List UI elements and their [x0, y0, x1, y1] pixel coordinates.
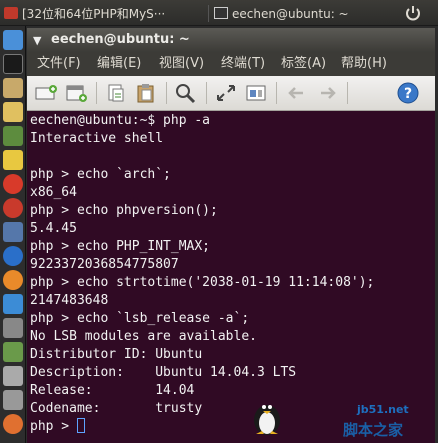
window-titlebar[interactable]: ▼ eechen@ubuntu: ~	[27, 28, 435, 52]
menu-terminal[interactable]: 终端(T)	[221, 52, 265, 76]
menu-edit[interactable]: 编辑(E)	[97, 52, 141, 76]
terminal-line: php > echo PHP_INT_MAX;	[30, 238, 210, 256]
terminal-line: Description: Ubuntu 14.04.3 LTS	[30, 364, 296, 382]
terminal-prompt-line[interactable]: php >	[30, 418, 85, 436]
menu-view[interactable]: 视图(V)	[159, 52, 204, 76]
app-icon[interactable]	[3, 318, 23, 338]
firefox-icon[interactable]	[3, 270, 23, 290]
copy-icon[interactable]	[103, 81, 129, 105]
taskbar-tab-browser[interactable]: [32位和64位PHP和MyS···	[4, 3, 206, 25]
menu-help[interactable]: 帮助(H)	[341, 52, 387, 76]
taskbar-tab-label: eechen@ubuntu: ~	[232, 7, 349, 21]
divider	[96, 82, 97, 104]
terminal-output[interactable]: eechen@ubuntu:~$ php -a Interactive shel…	[27, 112, 435, 443]
restore-icon[interactable]	[243, 81, 269, 105]
divider	[347, 82, 348, 104]
svg-text:?: ?	[404, 86, 412, 102]
forward-arrow-icon[interactable]	[315, 81, 341, 105]
divider	[208, 5, 209, 22]
launcher	[0, 26, 26, 443]
back-arrow-icon[interactable]	[283, 81, 309, 105]
divider	[166, 82, 167, 104]
terminal-line: No LSB modules are available.	[30, 328, 257, 346]
menu-file[interactable]: 文件(F)	[37, 52, 81, 76]
help-icon[interactable]: ?	[395, 81, 421, 105]
terminal-window: ▼ eechen@ubuntu: ~ 文件(F) 编辑(E) 视图(V) 终端(…	[27, 28, 435, 443]
app-icon[interactable]	[3, 222, 23, 242]
terminal-line: Codename: trusty	[30, 400, 202, 418]
menu-tabs[interactable]: 标签(A)	[281, 52, 326, 76]
taskbar-tab-terminal[interactable]: eechen@ubuntu: ~	[214, 3, 364, 25]
new-tab-icon[interactable]	[33, 81, 59, 105]
watermark-site-name: 脚本之家	[343, 419, 403, 440]
divider	[206, 82, 207, 104]
terminal-line: php > echo phpversion();	[30, 202, 218, 220]
new-window-icon[interactable]	[63, 81, 89, 105]
window-title: eechen@ubuntu: ~	[51, 28, 190, 52]
taskbar-tab-label: [32位和64位PHP和MyS···	[22, 7, 165, 21]
app-icon[interactable]	[3, 126, 23, 146]
app-icon[interactable]	[3, 294, 23, 314]
terminal-line: 9223372036854775807	[30, 256, 179, 274]
app-icon[interactable]	[3, 342, 23, 362]
top-panel: [32位和64位PHP和MyS··· eechen@ubuntu: ~	[0, 0, 438, 26]
chrome-icon[interactable]	[3, 246, 23, 266]
terminal-launcher-icon[interactable]	[3, 54, 23, 74]
terminal-line: x86_64	[30, 184, 77, 202]
app-icon	[4, 7, 18, 19]
folder-icon[interactable]	[3, 78, 23, 98]
toolbar: ?	[27, 76, 435, 111]
terminal-prompt: php >	[30, 419, 77, 434]
terminal-line: php > echo `lsb_release -a`;	[30, 310, 249, 328]
terminal-line: Release: 14.04	[30, 382, 194, 400]
app-icon[interactable]	[3, 198, 23, 218]
text-cursor	[77, 418, 85, 433]
power-icon[interactable]	[404, 4, 422, 22]
terminal-line: 2147483648	[30, 292, 108, 310]
terminal-line: php > echo strtotime('2038-01-19 11:14:0…	[30, 274, 374, 292]
menubar: 文件(F) 编辑(E) 视图(V) 终端(T) 标签(A) 帮助(H)	[27, 52, 435, 76]
terminal-line: Interactive shell	[30, 130, 163, 148]
app-icon[interactable]	[3, 366, 23, 386]
gimp-icon[interactable]	[3, 102, 23, 122]
search-icon[interactable]	[173, 81, 199, 105]
terminal-line: 5.4.45	[30, 220, 77, 238]
terminal-line: php > echo `arch`;	[30, 166, 171, 184]
paste-icon[interactable]	[133, 81, 159, 105]
terminal-line: eechen@ubuntu:~$ php -a	[30, 112, 210, 130]
dash-home-icon[interactable]	[3, 30, 23, 50]
app-icon[interactable]	[3, 150, 23, 170]
terminal-icon	[214, 7, 228, 19]
watermark-url: jb51.net	[357, 403, 409, 416]
app-icon[interactable]	[3, 174, 23, 194]
tux-penguin-icon	[250, 396, 284, 436]
window-menu-icon[interactable]: ▼	[33, 29, 47, 51]
fullscreen-icon[interactable]	[213, 81, 239, 105]
app-icon[interactable]	[3, 390, 23, 410]
divider	[276, 82, 277, 104]
terminal-line: Distributor ID: Ubuntu	[30, 346, 202, 364]
ubuntu-icon[interactable]	[3, 414, 23, 434]
